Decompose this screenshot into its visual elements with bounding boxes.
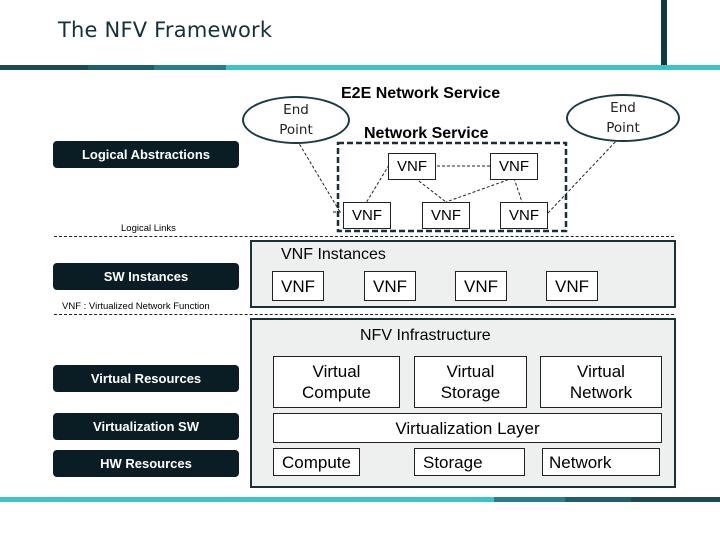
logical-vnf-5: VNF: [500, 202, 548, 229]
storage-box: Storage: [414, 448, 525, 476]
nfvi-title: NFV Infrastructure: [360, 327, 491, 344]
link-vnf-top1-vnf-bottom2: [414, 177, 447, 203]
end-point-right-label: End Point: [606, 100, 640, 136]
virtual-storage-label: Virtual Storage: [440, 362, 501, 402]
vnf-instances-title: VNF Instances: [281, 246, 386, 263]
link-vnf-top1-vnf-bottom1: [365, 164, 390, 204]
vnf-instance-2: VNF: [364, 271, 416, 301]
link-vnf-top2-vnf-bottom3: [513, 177, 523, 203]
end-point-left-label: End Point: [279, 102, 313, 138]
compute-box: Compute: [273, 448, 360, 476]
link-vnf-top2-vnf-bottom2: [445, 177, 514, 203]
virtual-compute-box: Virtual Compute: [273, 356, 400, 408]
virtual-network-label: Virtual Network: [569, 362, 633, 402]
e2e-network-service-title: E2E Network Service: [341, 85, 501, 102]
logical-vnf-1: VNF: [388, 153, 436, 180]
vnf-instance-4: VNF: [546, 271, 598, 301]
link-vnf-bottom3-endpoint-right: [547, 137, 620, 214]
virtual-network-box: Virtual Network: [540, 356, 662, 408]
vnf-instance-3: VNF: [455, 271, 507, 301]
network-box: Network: [542, 448, 660, 476]
virtualization-layer-box: Virtualization Layer: [273, 413, 662, 443]
end-point-left: End Point: [242, 96, 350, 144]
link-endpoint-left-vnf: [296, 139, 341, 213]
logical-vnf-3: VNF: [343, 202, 391, 229]
virtual-storage-box: Virtual Storage: [414, 356, 527, 408]
network-service-title: Network Service: [364, 125, 489, 142]
logical-vnf-2: VNF: [490, 153, 538, 180]
virtual-compute-label: Virtual Compute: [302, 362, 371, 402]
end-point-right: End Point: [566, 94, 680, 142]
logical-vnf-4: VNF: [422, 202, 470, 229]
vnf-instance-1: VNF: [272, 271, 324, 301]
